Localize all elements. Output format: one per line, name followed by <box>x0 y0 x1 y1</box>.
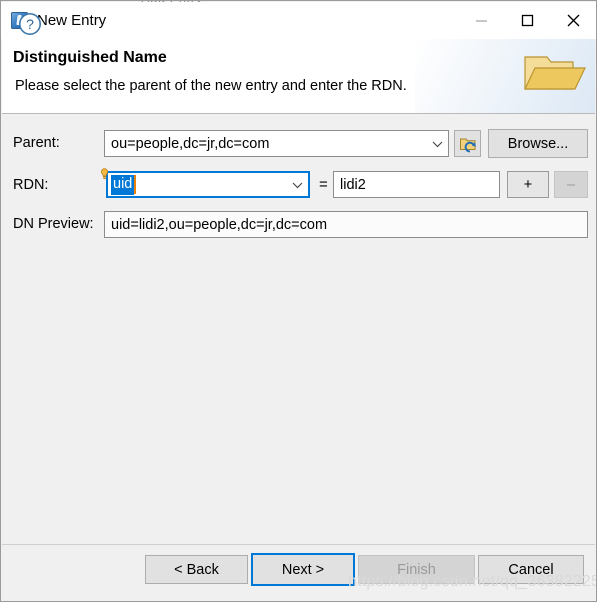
window-controls <box>458 2 596 39</box>
text-caret <box>134 175 137 194</box>
folder-refresh-icon <box>459 138 476 153</box>
remove-rdn-button: – <box>554 171 588 198</box>
title-bar: New Entry <box>1 2 596 39</box>
rdn-attribute-value: uid <box>111 174 135 195</box>
parent-combo-value: ou=people,dc=jr,dc=com <box>111 135 270 152</box>
parent-combo[interactable]: ou=people,dc=jr,dc=com <box>104 130 449 157</box>
maximize-icon[interactable] <box>504 2 550 39</box>
window-title: New Entry <box>37 12 107 29</box>
page-title: Distinguished Name <box>13 49 167 66</box>
parent-label: Parent: <box>13 135 60 151</box>
folder-refresh-button[interactable] <box>454 130 481 157</box>
svg-text:?: ? <box>26 16 34 32</box>
rdn-value-input[interactable]: lidi2 <box>333 171 500 198</box>
dn-preview-value[interactable]: uid=lidi2,ou=people,dc=jr,dc=com <box>104 211 588 238</box>
help-circle-icon[interactable]: ? <box>18 12 42 39</box>
rdn-label: RDN: <box>13 177 49 193</box>
rdn-attribute-combo[interactable]: uid <box>106 171 310 198</box>
finish-button: Finish <box>358 555 475 584</box>
next-button[interactable]: Next > <box>251 553 355 586</box>
dn-preview-label: DN Preview: <box>13 216 94 232</box>
new-entry-dialog: Add Entry New Entry Distinguished Name P… <box>0 0 597 602</box>
lightbulb-icon <box>100 167 109 179</box>
equals-sign: = <box>319 176 328 193</box>
browse-button[interactable]: Browse... <box>488 129 588 158</box>
cancel-button[interactable]: Cancel <box>478 555 584 584</box>
wizard-banner: Distinguished Name Please select the par… <box>2 39 595 114</box>
back-button[interactable]: < Back <box>145 555 248 584</box>
close-icon[interactable] <box>550 2 596 39</box>
chevron-down-icon[interactable] <box>426 140 448 148</box>
chevron-down-icon[interactable] <box>286 181 308 189</box>
add-rdn-button[interactable]: + <box>507 171 549 198</box>
open-folder-icon <box>517 43 587 110</box>
page-subtitle: Please select the parent of the new entr… <box>15 78 407 94</box>
minimize-icon[interactable] <box>458 2 504 39</box>
